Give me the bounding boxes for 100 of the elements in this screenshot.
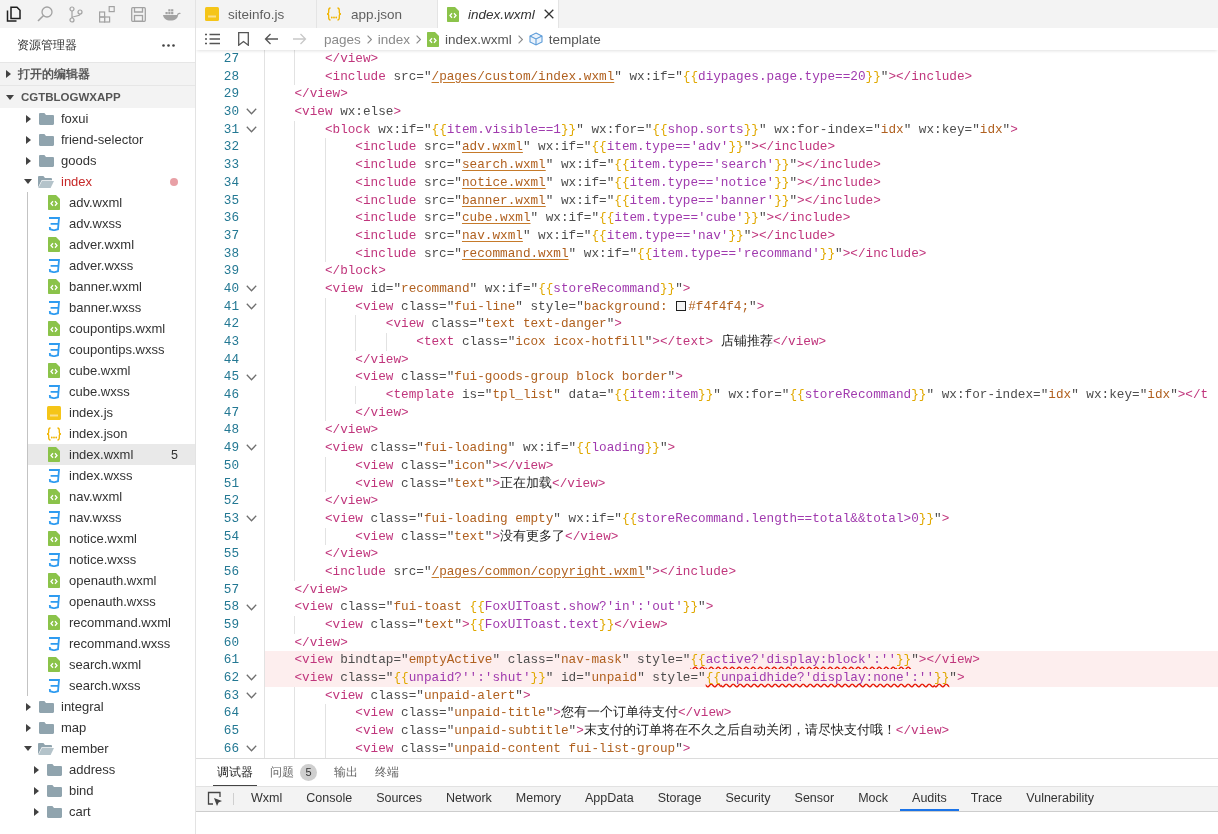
tree-item[interactable]: banner.wxml xyxy=(28,276,195,297)
stylesheet-icon xyxy=(48,636,60,651)
arrow-left-icon[interactable] xyxy=(264,33,278,45)
code-line: </view> xyxy=(294,633,348,652)
tree-item[interactable]: openauth.wxss xyxy=(28,591,195,612)
breadcrumb-item[interactable]: index xyxy=(377,31,411,47)
tree-item[interactable]: cube.wxss xyxy=(28,381,195,402)
chevron-right-icon xyxy=(366,34,372,44)
tree-item[interactable]: index.json xyxy=(28,423,195,444)
devtools-tab[interactable]: Storage xyxy=(645,787,714,811)
line-number: 44 xyxy=(223,350,239,369)
chevron-down-icon[interactable] xyxy=(246,373,257,381)
tree-item[interactable]: integral xyxy=(0,696,195,717)
line-number: 41 xyxy=(223,297,239,316)
devtools-tab[interactable]: Trace xyxy=(958,787,1015,811)
devtools-tab[interactable]: AppData xyxy=(573,787,646,811)
panel-tab[interactable]: 输出 xyxy=(330,759,362,786)
tree-item[interactable]: goods xyxy=(0,150,195,171)
tree-item[interactable]: index.wxml 5 xyxy=(28,444,195,465)
tree-item[interactable]: bind xyxy=(28,780,195,801)
tree-item[interactable]: map xyxy=(0,717,195,738)
tree-item[interactable]: openauth.wxml xyxy=(28,570,195,591)
tree-item[interactable]: cube.wxml xyxy=(28,360,195,381)
devtools-tab[interactable]: Vulnerability xyxy=(1014,787,1106,811)
tree-item[interactable]: notice.wxss xyxy=(28,549,195,570)
line-number: 47 xyxy=(223,403,239,422)
breadcrumb-item[interactable]: index.wxml xyxy=(427,31,512,47)
tree-item[interactable]: friend-selector xyxy=(0,129,195,150)
devtools-tab[interactable]: Wxml xyxy=(239,787,295,811)
folder-icon xyxy=(46,784,62,797)
section-header[interactable]: 打开的编辑器 xyxy=(0,62,195,85)
chevron-down-icon[interactable] xyxy=(246,126,257,134)
more-icon[interactable] xyxy=(162,43,175,47)
code-line: #f4f4f4;"> xyxy=(688,297,765,316)
chevron-down-icon[interactable] xyxy=(246,108,257,116)
chevron-down-icon[interactable] xyxy=(246,745,257,753)
breadcrumb-item[interactable]: pages xyxy=(324,31,361,47)
devtools-tab[interactable]: Sources xyxy=(364,787,434,811)
list-icon[interactable] xyxy=(205,33,220,45)
tree-item[interactable]: nav.wxml xyxy=(28,486,195,507)
close-icon[interactable] xyxy=(543,9,554,19)
color-swatch-icon[interactable] xyxy=(676,301,687,312)
code-line: <view class="fui-loading" wx:if="{{loading}}"> xyxy=(324,439,676,457)
tree-item[interactable]: notice.wxml xyxy=(28,528,195,549)
inspect-icon[interactable] xyxy=(207,791,223,807)
tree-item[interactable]: index.js xyxy=(28,402,195,423)
tree-item[interactable]: index xyxy=(0,171,195,192)
chevron-right-icon xyxy=(517,34,523,44)
breadcrumb-item[interactable]: template xyxy=(528,31,601,47)
devtools-tab[interactable]: Console xyxy=(294,787,365,811)
devtools-tab[interactable]: Security xyxy=(713,787,783,811)
tree-item[interactable]: search.wxss xyxy=(28,675,195,696)
line-number: 43 xyxy=(223,333,239,351)
section-header[interactable]: CGTBLOGWXAPP xyxy=(0,85,195,108)
panel-tab[interactable]: 问题 5 xyxy=(266,759,321,786)
chevron-down-icon[interactable] xyxy=(246,302,257,310)
stylesheet-icon xyxy=(48,216,60,231)
tree-item[interactable]: nav.wxss xyxy=(28,507,195,528)
folder-icon xyxy=(38,721,54,734)
chevron-down-icon[interactable] xyxy=(246,515,257,523)
tree-item[interactable]: index.wxss xyxy=(28,465,195,486)
tree-item[interactable]: adver.wxml xyxy=(28,234,195,255)
chevron-down-icon[interactable] xyxy=(246,674,257,682)
line-number: 29 xyxy=(223,85,239,104)
stylesheet-icon xyxy=(48,678,60,693)
tree-item[interactable]: coupontips.wxss xyxy=(28,339,195,360)
panel-tab[interactable]: 终端 xyxy=(371,759,403,786)
script-file-icon xyxy=(205,7,219,21)
devtools-tab[interactable]: Network xyxy=(434,787,504,811)
code-file-icon xyxy=(48,573,60,588)
devtools-tab[interactable]: Memory xyxy=(503,787,573,811)
count-badge: 5 xyxy=(300,763,317,781)
devtools-tab[interactable]: Audits xyxy=(900,787,959,811)
tree-item[interactable]: adv.wxss xyxy=(28,213,195,234)
tree-item[interactable]: recommand.wxss xyxy=(28,633,195,654)
tree-item[interactable]: member xyxy=(0,738,195,759)
bookmark-icon[interactable] xyxy=(238,32,249,46)
code-file-icon xyxy=(48,321,60,336)
code-line: <view class="text text-danger"> xyxy=(385,315,622,333)
tree-item[interactable]: recommand.wxml xyxy=(28,612,195,633)
chevron-down-icon[interactable] xyxy=(246,603,257,611)
code-line: <view wx:else> xyxy=(294,103,402,121)
chevron-down-icon[interactable] xyxy=(246,285,257,293)
tree-item[interactable]: foxui xyxy=(0,108,195,129)
tree-item[interactable]: coupontips.wxml xyxy=(28,318,195,339)
tree-item[interactable]: adv.wxml xyxy=(28,192,195,213)
devtools-tab[interactable]: Mock xyxy=(846,787,901,811)
devtools-tab[interactable]: Sensor xyxy=(782,787,847,811)
braces-icon xyxy=(46,426,62,441)
tree-item[interactable]: search.wxml xyxy=(28,654,195,675)
files-icon[interactable] xyxy=(6,6,21,22)
tree-item[interactable]: address xyxy=(28,759,195,780)
editor-tab[interactable]: index.wxml xyxy=(438,0,559,28)
tree-item[interactable]: cart xyxy=(28,801,195,822)
line-number: 45 xyxy=(223,368,239,387)
stylesheet-icon xyxy=(48,552,60,567)
chevron-down-icon[interactable] xyxy=(246,444,257,452)
tree-item[interactable]: banner.wxss xyxy=(28,297,195,318)
tree-item[interactable]: adver.wxss xyxy=(28,255,195,276)
chevron-down-icon[interactable] xyxy=(246,692,257,700)
